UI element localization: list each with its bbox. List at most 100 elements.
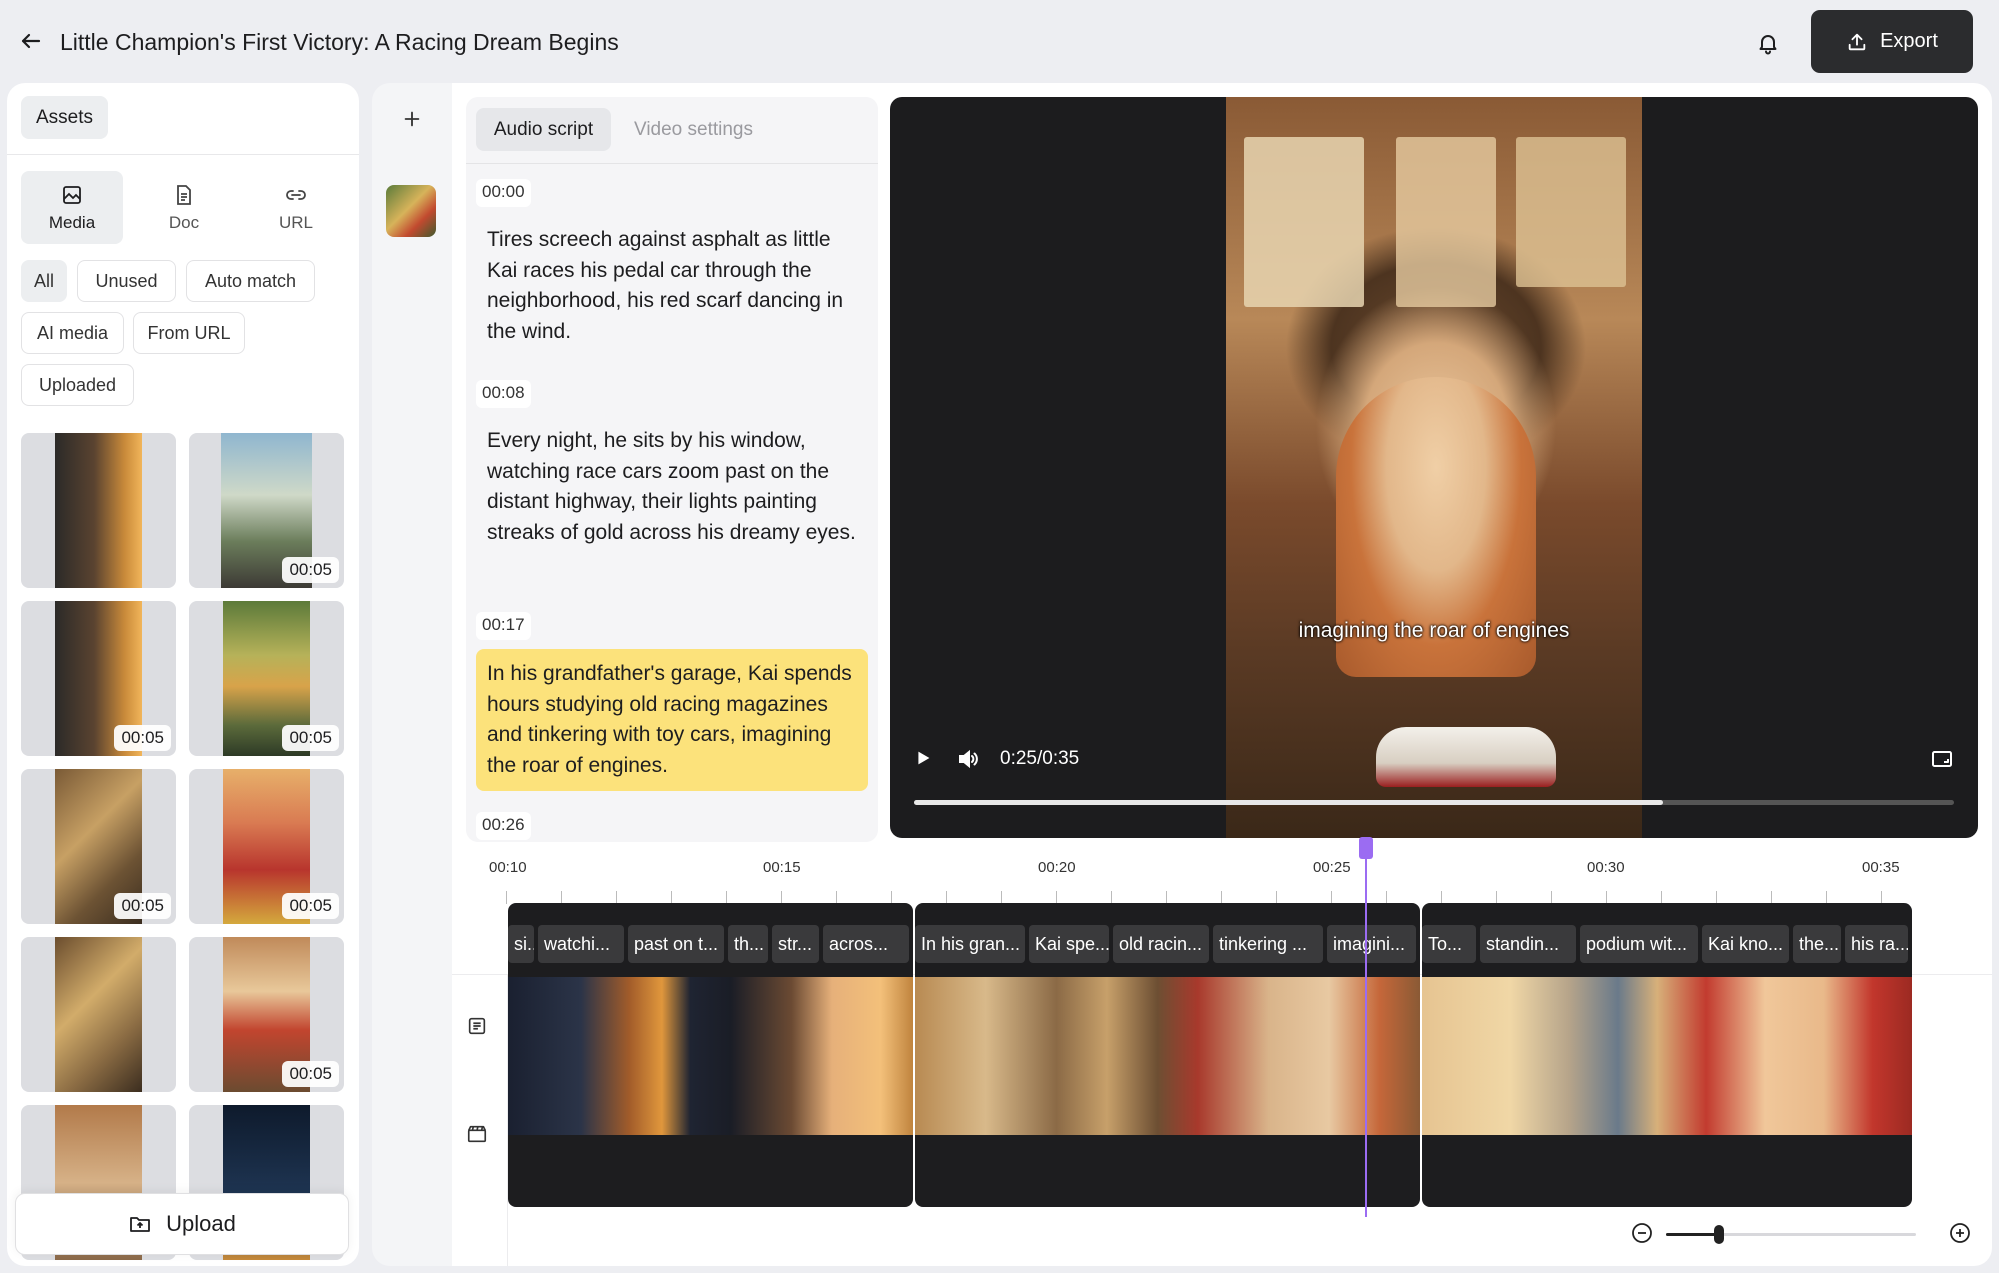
divider <box>7 154 359 155</box>
media-thumbnail[interactable]: 00:05 <box>21 601 176 756</box>
plus-circle-icon <box>1950 1223 1970 1243</box>
fullscreen-button[interactable] <box>1930 747 1956 773</box>
tab-video-settings[interactable]: Video settings <box>616 108 771 151</box>
clip-text-segment[interactable]: Kai kno... <box>1702 925 1789 963</box>
play-icon <box>918 751 930 765</box>
export-button[interactable]: Export <box>1811 10 1973 73</box>
video-player[interactable]: imagining the roar of engines 0:25/0:35 <box>890 97 1978 838</box>
clip-text-segment[interactable]: podium wit... <box>1580 925 1698 963</box>
plus-icon <box>404 111 420 127</box>
doc-tab[interactable]: Doc <box>133 171 235 244</box>
timeline-clip[interactable]: In his gran... Kai spe... old racin... t… <box>915 903 1420 1207</box>
export-label: Export <box>1880 30 1938 52</box>
media-thumbnail[interactable] <box>21 937 176 1092</box>
script-paragraph[interactable]: Every night, he sits by his window, watc… <box>476 416 868 558</box>
duration-badge: 00:05 <box>282 557 339 583</box>
duration-badge: 00:05 <box>114 725 171 751</box>
script-paragraph-active[interactable]: In his grandfather's garage, Kai spends … <box>476 649 868 791</box>
filter-all[interactable]: All <box>21 260 67 302</box>
ruler-label: 00:10 <box>489 859 527 876</box>
script-timestamp: 00:17 <box>476 612 531 640</box>
upload-icon <box>1848 33 1866 50</box>
clip-video-frames <box>915 977 1420 1135</box>
image-icon <box>63 185 81 204</box>
poster-left <box>1244 137 1364 307</box>
zoom-slider-handle[interactable] <box>1713 1225 1724 1244</box>
playhead[interactable] <box>1365 837 1367 1217</box>
clip-text-segment[interactable]: old racin... <box>1113 925 1209 963</box>
clip-text-segment[interactable]: To... <box>1422 925 1476 963</box>
ruler-label: 00:20 <box>1038 859 1076 876</box>
ruler-tick <box>506 891 507 904</box>
editor-main: Audio script Video settings 00:00 Tires … <box>452 83 1992 1266</box>
clip-text-segment[interactable]: standin... <box>1480 925 1576 963</box>
duration-badge: 00:05 <box>282 1061 339 1087</box>
video-track-button[interactable] <box>466 1123 488 1150</box>
duration-badge: 00:05 <box>282 893 339 919</box>
tab-audio-script[interactable]: Audio script <box>476 108 611 151</box>
clip-text-segment[interactable]: th... <box>728 925 768 963</box>
url-tab[interactable]: URL <box>245 171 347 244</box>
add-scene-button[interactable] <box>394 101 430 137</box>
filter-from-url[interactable]: From URL <box>133 312 245 354</box>
script-paragraph[interactable]: Tires screech against asphalt as little … <box>476 215 868 357</box>
poster-middle <box>1396 137 1496 307</box>
script-timestamp: 00:08 <box>476 380 531 408</box>
scene-thumbnail[interactable] <box>386 185 436 237</box>
video-frame: imagining the roar of engines <box>1226 97 1642 838</box>
assets-tab[interactable]: Assets <box>21 96 108 139</box>
zoom-in-button[interactable] <box>1948 1221 1974 1247</box>
clip-text-segment[interactable]: str... <box>772 925 819 963</box>
clip-text-segment[interactable]: watchi... <box>538 925 624 963</box>
ruler-label: 00:15 <box>763 859 801 876</box>
media-thumbnail[interactable] <box>21 433 176 588</box>
fullscreen-icon <box>1932 751 1952 767</box>
clapperboard-icon <box>467 1125 487 1143</box>
playhead-handle[interactable] <box>1359 837 1373 859</box>
notifications-button[interactable] <box>1751 26 1785 60</box>
text-track-button[interactable] <box>466 1015 488 1042</box>
progress-fill <box>914 800 1663 805</box>
clip-text-segment[interactable]: imagini... <box>1327 925 1416 963</box>
timeline-clip[interactable]: To... standin... podium wit... Kai kno..… <box>1422 903 1912 1207</box>
minus-circle-icon <box>1632 1223 1652 1243</box>
url-tab-label: URL <box>278 212 313 232</box>
zoom-slider[interactable] <box>1666 1233 1916 1236</box>
scene-strip <box>372 83 452 1266</box>
media-thumbnail[interactable]: 00:05 <box>21 769 176 924</box>
volume-button[interactable] <box>956 747 982 773</box>
filter-unused[interactable]: Unused <box>77 260 176 302</box>
clip-text-segment[interactable]: In his gran... <box>915 925 1025 963</box>
media-thumbnail[interactable]: 00:05 <box>189 433 344 588</box>
script-timestamp: 00:00 <box>476 179 531 207</box>
upload-button[interactable]: Upload <box>15 1193 349 1255</box>
play-button[interactable] <box>912 747 938 773</box>
clip-text-segment[interactable]: the... <box>1793 925 1841 963</box>
media-tab[interactable]: Media <box>21 171 123 244</box>
filter-uploaded[interactable]: Uploaded <box>21 364 134 406</box>
timeline-clip[interactable]: si... watchi... past on t... th... str..… <box>508 903 913 1207</box>
link-icon <box>286 189 306 200</box>
divider <box>466 163 878 164</box>
clip-text-segment[interactable]: Kai spe... <box>1029 925 1109 963</box>
duration-badge: 00:05 <box>282 725 339 751</box>
upload-label: Upload <box>166 1211 236 1236</box>
media-thumbnail[interactable]: 00:05 <box>189 937 344 1092</box>
ruler-label: 00:35 <box>1862 859 1900 876</box>
clip-text-segment[interactable]: his ra... <box>1845 925 1908 963</box>
zoom-out-button[interactable] <box>1630 1221 1656 1247</box>
clip-text-segment[interactable]: si... <box>508 925 534 963</box>
clip-text-segment[interactable]: tinkering ... <box>1213 925 1323 963</box>
filter-auto-match[interactable]: Auto match <box>186 260 315 302</box>
ruler-label: 00:30 <box>1587 859 1625 876</box>
video-caption: imagining the roar of engines <box>1298 619 1570 642</box>
back-button[interactable] <box>16 26 46 56</box>
clip-text-segment[interactable]: past on t... <box>628 925 724 963</box>
volume-icon <box>959 749 978 769</box>
clip-text-segment[interactable]: acros... <box>823 925 909 963</box>
progress-bar[interactable] <box>914 800 1954 805</box>
script-timestamp: 00:26 <box>476 812 531 840</box>
filter-ai-media[interactable]: AI media <box>21 312 124 354</box>
media-thumbnail[interactable]: 00:05 <box>189 601 344 756</box>
media-thumbnail[interactable]: 00:05 <box>189 769 344 924</box>
